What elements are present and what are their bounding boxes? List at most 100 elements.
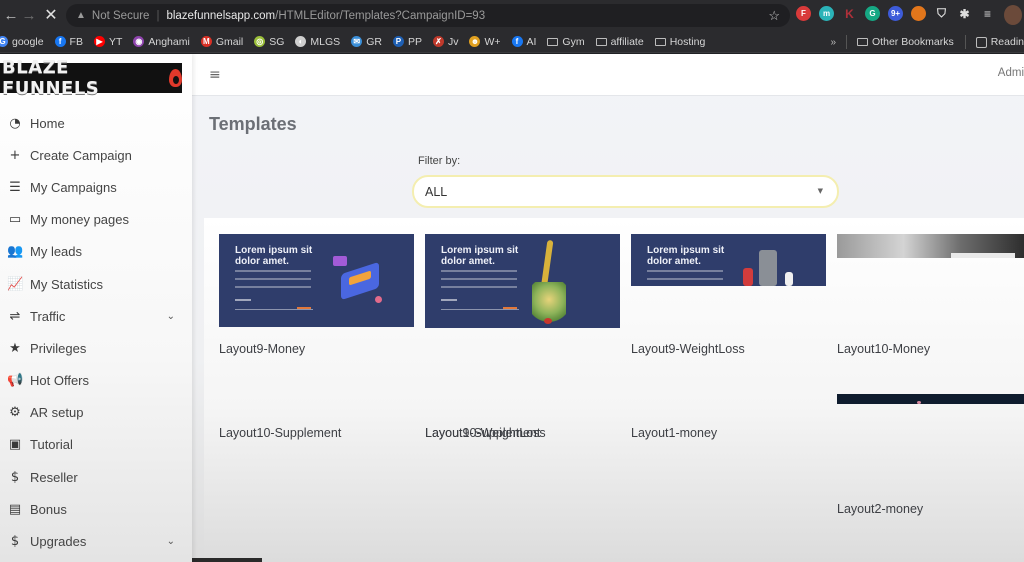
bookmark-star-icon[interactable]: ☆: [768, 8, 780, 24]
not-secure-label: Not Secure: [91, 9, 150, 22]
bookmark-gmail[interactable]: M Gmail: [200, 36, 243, 48]
bookmark-ai[interactable]: f AI: [511, 35, 537, 48]
ext-shield-icon[interactable]: ⛉: [934, 6, 949, 21]
bookmark-sg[interactable]: ◎ SG: [254, 36, 284, 48]
sidebar-item-my-leads[interactable]: 👥 My leads: [0, 236, 192, 268]
thumbnail-headline: Lorem ipsum sit dolor amet.: [441, 245, 519, 267]
sidebar-item-privileges[interactable]: ★ Privileges: [0, 332, 192, 364]
folder-icon: [654, 37, 666, 46]
folder-icon: [547, 37, 559, 46]
template-thumbnail[interactable]: [837, 234, 1024, 258]
woman-cheering-image: [743, 268, 753, 286]
bookmark-label: google: [12, 35, 44, 48]
bookmark-mlgs[interactable]: ◐ MLGS: [295, 36, 340, 48]
chevron-down-icon[interactable]: ⌄: [167, 536, 175, 547]
template-name[interactable]: Layout9-Money: [219, 342, 305, 356]
other-bookmarks-folder[interactable]: Other Bookmarks: [857, 36, 954, 48]
sidebar-item-home[interactable]: ◔ Home: [0, 107, 192, 139]
sidebar-item-label: My leads: [30, 244, 83, 260]
sidebar-item-upgrades[interactable]: $ Upgrades ⌄: [0, 525, 192, 557]
template-name[interactable]: Layout1-money: [631, 426, 717, 440]
template-name[interactable]: Layout9-WeightLoss: [631, 342, 745, 356]
sidebar-item-my-statistics[interactable]: 📈 My Statistics: [0, 268, 192, 300]
bookmark-label: W+: [484, 35, 501, 48]
ext-blue-icon[interactable]: 9+: [888, 6, 903, 21]
sidebar-item-traffic[interactable]: ⇌ Traffic ⌄: [0, 300, 192, 332]
bookmark-anghami[interactable]: ◉ Anghami: [133, 35, 190, 48]
mail-icon: ✉: [351, 36, 363, 47]
child-cheering-image: [785, 272, 793, 286]
bookmark-jv[interactable]: ✗ Jv: [432, 36, 458, 48]
gears-icon: ⚙: [9, 405, 21, 421]
sidebar-item-my-campaigns[interactable]: ☰ My Campaigns: [0, 171, 192, 203]
sidebar-item-label: Upgrades: [30, 534, 87, 550]
ext-fox-icon[interactable]: [911, 6, 926, 21]
sg-icon: ◎: [254, 36, 266, 47]
sidebar-item-tutorial[interactable]: ▣ Tutorial: [0, 429, 192, 461]
bookmark-gr[interactable]: ✉ GR: [351, 36, 382, 48]
bookmark-fb[interactable]: f FB: [54, 36, 83, 48]
ext-media-icon[interactable]: ≡: [980, 6, 995, 21]
template-thumbnail[interactable]: Lorem ipsum sit dolor amet.: [631, 234, 826, 286]
man-cheering-image: [759, 250, 777, 286]
bookmark-hosting[interactable]: Hosting: [654, 36, 705, 48]
sidebar-item-ar-setup[interactable]: ⚙ AR setup: [0, 397, 192, 429]
chevron-down-icon[interactable]: ⌄: [167, 311, 175, 322]
template-name[interactable]: Layout2-money: [837, 502, 923, 516]
template-name[interactable]: Layout10-Money: [837, 342, 930, 356]
hamburger-menu-icon[interactable]: ≡: [209, 67, 221, 83]
sidebar: BLAZE FUNNELS ◔ Home + Create Campaign ☰ My C…: [0, 54, 192, 562]
bookmark-yt[interactable]: ▶ YT: [93, 36, 122, 48]
bookmark-label: PP: [407, 35, 422, 48]
globe-icon: ◐: [295, 36, 307, 47]
other-bookmarks-label: Other Bookmarks: [872, 36, 954, 48]
template-thumbnail[interactable]: Lorem ipsum sit dolor amet.: [425, 234, 620, 328]
template-name[interactable]: Layout10-Supplement: [219, 426, 341, 440]
bookmark-label: affiliate: [610, 35, 644, 48]
logo-text: BLAZE FUNNELS: [2, 57, 100, 99]
bookmark-label: Anghami: [148, 35, 190, 48]
template-name[interactable]: Layout10-WeightLoss: [425, 426, 546, 440]
thumbnail-bullet-line: [647, 278, 723, 280]
gmail-icon: M: [200, 36, 212, 47]
sidebar-item-my-money-pages[interactable]: ▭ My money pages: [0, 204, 192, 236]
stop-loading-button[interactable]: ✕: [40, 4, 62, 26]
sidebar-item-label: AR setup: [30, 405, 84, 421]
ext-red-icon[interactable]: F: [796, 6, 811, 21]
template-thumbnail[interactable]: [837, 394, 1024, 404]
reading-list-button[interactable]: Readin: [975, 36, 1024, 48]
bookmark-label: GR: [366, 35, 382, 48]
sidebar-item-bonus[interactable]: ▤ Bonus: [0, 493, 192, 525]
admin-user-menu[interactable]: Admi: [998, 67, 1024, 79]
bookmark-affiliate[interactable]: affiliate: [595, 35, 644, 48]
sidebar-item-reseller[interactable]: $ Reseller: [0, 461, 192, 493]
address-bar[interactable]: ▲ Not Secure | blazefunnelsapp.com /HTML…: [66, 4, 790, 27]
template-thumbnail[interactable]: Lorem ipsum sit dolor amet.: [219, 234, 414, 327]
app-page: BLAZE FUNNELS ◔ Home + Create Campaign ☰ My C…: [0, 54, 1024, 562]
thumbnail-input-line: [235, 309, 313, 310]
thumbnail-submit-button: [503, 307, 517, 309]
extensions-bar: Fm K G 9+ ⛉ ✱ ≡: [796, 6, 995, 21]
profile-avatar[interactable]: [1004, 5, 1022, 25]
bookmark-w+[interactable]: ☻ W+: [469, 35, 501, 48]
filter-select[interactable]: ALL ▼: [412, 175, 839, 208]
bookmark-google[interactable]: Ggoogle: [0, 36, 44, 48]
ext-grammarly-icon[interactable]: G: [865, 6, 880, 21]
ext-puzzle-icon[interactable]: ✱: [957, 6, 972, 21]
warning-icon: ▲: [76, 10, 86, 21]
thumbnail-bullet-line: [441, 270, 517, 272]
sidebar-menu: ◔ Home + Create Campaign ☰ My Campaigns ▭ My mo…: [0, 107, 192, 558]
brand-logo[interactable]: BLAZE FUNNELS: [0, 57, 182, 99]
filter-label: Filter by:: [418, 155, 461, 167]
thumbnail-headline: Lorem ipsum sit dolor amet.: [647, 245, 725, 267]
bookmark-label: AI: [526, 35, 537, 48]
bookmark-label: MLGS: [310, 35, 341, 48]
sidebar-item-hot-offers[interactable]: 📢 Hot Offers: [0, 365, 192, 397]
bookmark-gym[interactable]: Gym: [547, 36, 585, 48]
more-bookmarks-chevron-icon[interactable]: »: [830, 37, 836, 48]
bookmark-pp[interactable]: P PP: [392, 35, 422, 48]
sidebar-item-create-campaign[interactable]: + Create Campaign: [0, 139, 192, 171]
ext-teal-icon[interactable]: m: [819, 6, 834, 21]
forward-button[interactable]: →: [18, 4, 40, 26]
ext-k-icon[interactable]: K: [842, 6, 857, 21]
